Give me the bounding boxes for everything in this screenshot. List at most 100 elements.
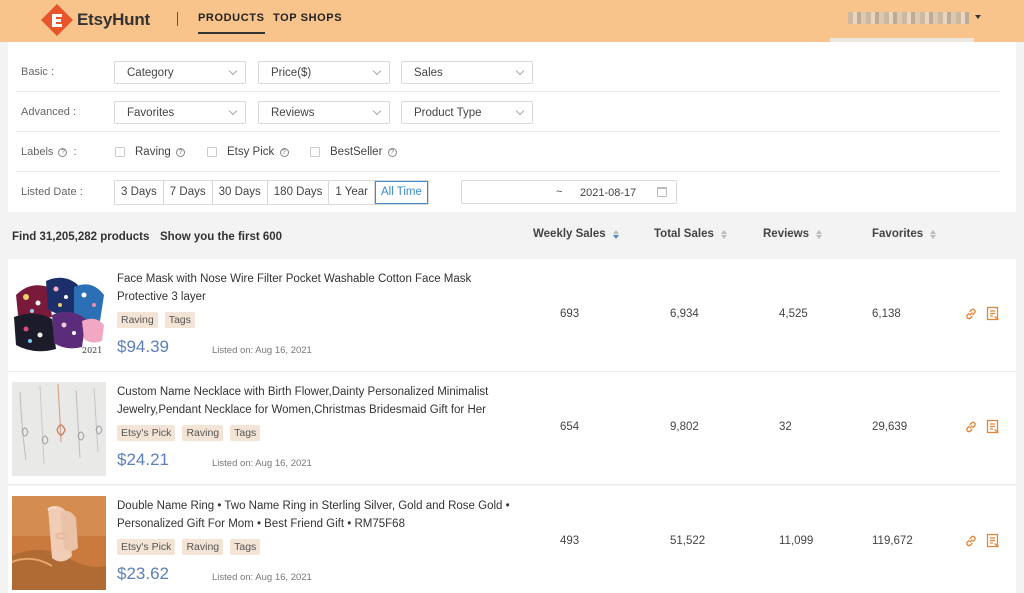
ring-thumbnail[interactable] [12, 496, 106, 590]
filter-label-listed-date: Listed Date : [21, 186, 83, 198]
chevron-down-icon [515, 66, 525, 76]
filter-panel: Basic : Category Price($) Sales Advanced… [8, 42, 1016, 212]
results-header: Find 31,205,282 products Show you the fi… [0, 220, 1024, 256]
favorites-value: 6,138 [872, 308, 901, 320]
range-30-days[interactable]: 30 Days [212, 181, 268, 204]
tag-etsys-pick: Etsy's Pick [117, 425, 176, 441]
date-range-picker[interactable]: ~ 2021-08-17 [461, 180, 677, 204]
product-price: $94.39 [117, 337, 169, 356]
etsy-pick-checkbox[interactable]: Etsy Pick ? [207, 146, 289, 158]
sort-icon [816, 229, 823, 239]
listed-date: Listed on: Aug 16, 2021 [212, 572, 312, 583]
chevron-down-icon [228, 106, 238, 116]
nav-top-shops[interactable]: TOP SHOPS [273, 12, 342, 24]
product-type-select[interactable]: Product Type [401, 101, 533, 124]
necklace-thumbnail[interactable] [12, 382, 106, 476]
link-icon[interactable] [964, 420, 978, 434]
date-separator: ~ [556, 186, 563, 198]
help-icon[interactable]: ? [176, 147, 186, 157]
etsyhunt-logo-icon [41, 4, 73, 36]
weekly-sales-value: 493 [560, 535, 580, 547]
weekly-sales-value: 693 [560, 308, 580, 320]
product-price: $23.62 [117, 564, 169, 583]
weekly-sales-value: 654 [560, 421, 580, 433]
link-icon[interactable] [964, 534, 978, 548]
product-tags: Etsy's Pick Raving Tags [117, 425, 267, 441]
filter-row-listed-date: Listed Date : 3 Days 7 Days 30 Days 180 … [8, 172, 1016, 212]
product-tags: Etsy's Pick Raving Tags [117, 539, 267, 555]
link-icon[interactable] [964, 307, 978, 321]
range-180-days[interactable]: 180 Days [267, 181, 330, 204]
product-price: $24.21 [117, 450, 169, 469]
result-limit-note: Show you the first 600 [160, 231, 283, 243]
sort-icon [720, 229, 727, 239]
reviews-value: 32 [779, 421, 792, 433]
chevron-down-icon [372, 66, 382, 76]
face-mask-thumbnail[interactable]: 2021 [12, 269, 106, 363]
nav-products[interactable]: PRODUCTS [198, 12, 265, 34]
help-icon[interactable]: ? [58, 148, 68, 157]
user-menu[interactable] [830, 0, 981, 44]
product-tags: Raving Tags [117, 312, 202, 328]
logo-text: EtsyHunt [77, 10, 151, 29]
bestseller-checkbox[interactable]: BestSeller ? [310, 146, 397, 158]
range-1-year[interactable]: 1 Year [329, 181, 375, 204]
listed-date: Listed on: Aug 16, 2021 [212, 345, 312, 356]
row-divider [8, 484, 1016, 485]
help-icon[interactable]: ? [387, 147, 397, 157]
favorites-select[interactable]: Favorites [114, 101, 246, 124]
reviews-select[interactable]: Reviews [258, 101, 390, 124]
tag-etsys-pick: Etsy's Pick [117, 539, 176, 555]
filter-row-basic: Basic : Category Price($) Sales [8, 52, 1016, 92]
table-row: 2021 Face Mask with Nose Wire Filter Poc… [8, 259, 1016, 372]
price-select[interactable]: Price($) [258, 61, 390, 84]
product-title[interactable]: Custom Name Necklace with Birth Flower,D… [117, 384, 525, 419]
checkbox-box[interactable] [207, 147, 217, 157]
chevron-down-icon [228, 66, 238, 76]
checkbox-box[interactable] [310, 147, 320, 157]
sort-weekly-sales[interactable]: Weekly Sales [533, 228, 619, 240]
tag-raving: Raving [182, 425, 224, 441]
filter-row-advanced: Advanced : Favorites Reviews Product Typ… [8, 92, 1016, 132]
listed-date: Listed on: Aug 16, 2021 [212, 458, 312, 469]
reviews-value: 11,099 [779, 535, 814, 547]
tag-raving: Raving [182, 539, 224, 555]
favorites-value: 29,639 [872, 421, 908, 433]
report-icon[interactable] [986, 419, 1000, 434]
category-select[interactable]: Category [114, 61, 246, 84]
tag-tags: Tags [164, 312, 195, 328]
raving-checkbox[interactable]: Raving ? [115, 146, 186, 158]
thumbnail-caption: 2021 [82, 346, 102, 355]
tag-tags: Tags [230, 539, 261, 555]
sales-select[interactable]: Sales [401, 61, 533, 84]
sort-icon [930, 229, 937, 239]
favorites-value: 119,672 [872, 535, 913, 547]
product-title[interactable]: Double Name Ring • Two Name Ring in Ster… [117, 498, 525, 533]
header-divider [177, 12, 178, 26]
sort-favorites[interactable]: Favorites [872, 228, 937, 240]
reviews-value: 4,525 [779, 308, 808, 320]
range-7-days[interactable]: 7 Days [163, 181, 213, 204]
checkbox-box[interactable] [115, 147, 125, 157]
caret-down-icon [975, 15, 981, 19]
top-header: EtsyHunt PRODUCTS TOP SHOPS [0, 0, 1024, 44]
filter-row-labels: Labels ? : Raving ? Etsy Pick ? BestSell… [8, 132, 1016, 172]
total-sales-value: 9,802 [670, 421, 699, 433]
filter-label-labels: Labels ? : [21, 146, 77, 158]
report-icon[interactable] [986, 306, 1000, 321]
sort-total-sales[interactable]: Total Sales [654, 228, 727, 240]
calendar-icon[interactable] [657, 187, 667, 197]
filter-label-advanced: Advanced : [21, 106, 77, 118]
help-icon[interactable]: ? [279, 147, 289, 157]
report-icon[interactable] [986, 533, 1000, 548]
range-3-days[interactable]: 3 Days [115, 181, 164, 204]
product-title[interactable]: Face Mask with Nose Wire Filter Pocket W… [117, 271, 525, 306]
table-row: Custom Name Necklace with Birth Flower,D… [8, 372, 1016, 485]
tag-raving: Raving [117, 312, 158, 328]
date-range-buttons: 3 Days 7 Days 30 Days 180 Days 1 Year Al… [114, 180, 429, 205]
sort-reviews[interactable]: Reviews [763, 228, 823, 240]
sort-icon [612, 229, 619, 239]
date-to: 2021-08-17 [580, 187, 637, 199]
logo[interactable]: EtsyHunt [40, 3, 150, 37]
range-all-time[interactable]: All Time [375, 181, 428, 204]
